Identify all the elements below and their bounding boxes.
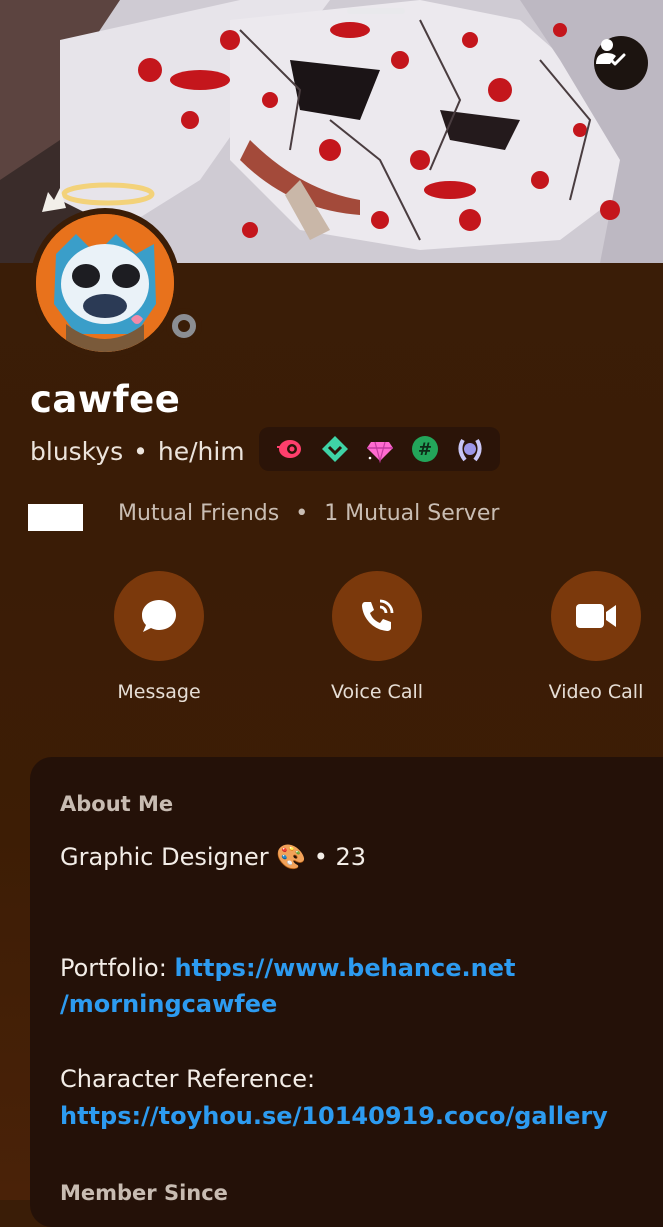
portfolio-link[interactable]: https://www.behance.net: [174, 954, 515, 982]
video-call-action[interactable]: Video Call: [536, 571, 656, 703]
avatar-container[interactable]: [22, 182, 202, 358]
bio-line-1: Graphic Designer 🎨 • 23: [60, 843, 367, 871]
sheet-drag-handle[interactable]: [347, 8, 405, 14]
about-me-card: About Me Graphic Designer 🎨 • 23 Portfol…: [30, 757, 663, 1227]
chat-bubble-icon: [142, 600, 176, 632]
halo-antlers-decoration: [42, 182, 155, 212]
display-name: cawfee: [30, 378, 181, 421]
username-row: bluskys • he/him: [30, 432, 245, 470]
character-reference-link[interactable]: https://toyhou.se/10140919.coco/gallery: [60, 1102, 608, 1130]
hashtag-badge-icon[interactable]: #: [410, 434, 440, 464]
portfolio-label: Portfolio:: [60, 954, 175, 982]
character-reference-label: Character Reference:: [60, 1065, 316, 1093]
avatar: [36, 214, 174, 352]
about-me-title: About Me: [60, 792, 174, 816]
friend-check-icon: [596, 39, 626, 66]
message-button[interactable]: [114, 571, 204, 661]
message-label: Message: [117, 681, 201, 703]
separator: •: [133, 436, 148, 466]
quest-laurel-icon[interactable]: [455, 434, 485, 464]
avatar-artwork: [36, 214, 174, 352]
status-indicator: [166, 308, 202, 344]
portfolio-line: Portfolio: https://www.behance.net: [60, 954, 515, 982]
nitro-badge-icon[interactable]: [275, 434, 305, 464]
video-call-button[interactable]: [551, 571, 641, 661]
username[interactable]: bluskys: [30, 437, 123, 466]
voice-call-action[interactable]: Voice Call: [317, 571, 437, 703]
friend-status-button[interactable]: [594, 36, 648, 90]
mutuals-row: Mutual Friends • 1 Mutual Server: [118, 498, 499, 528]
mutual-servers[interactable]: 1 Mutual Server: [324, 501, 499, 526]
mutuals-separator: •: [295, 500, 309, 526]
svg-text:#: #: [417, 440, 431, 460]
voice-call-button[interactable]: [332, 571, 422, 661]
pronouns: he/him: [157, 436, 245, 466]
voice-call-label: Voice Call: [330, 681, 424, 703]
offline-status-icon: [172, 314, 196, 338]
server-boost-gem-icon[interactable]: [365, 434, 395, 464]
video-call-label: Video Call: [548, 681, 644, 703]
message-action[interactable]: Message: [99, 571, 219, 703]
member-since-title: Member Since: [60, 1181, 228, 1205]
phone-call-icon: [362, 599, 394, 631]
redacted-area: [28, 504, 83, 531]
video-camera-icon: [576, 604, 616, 628]
mutual-friends[interactable]: Mutual Friends: [118, 501, 279, 526]
badge-list: #: [259, 427, 500, 471]
hypesquad-balance-icon[interactable]: [320, 434, 350, 464]
portfolio-link-continued[interactable]: /morningcawfee: [60, 990, 277, 1018]
